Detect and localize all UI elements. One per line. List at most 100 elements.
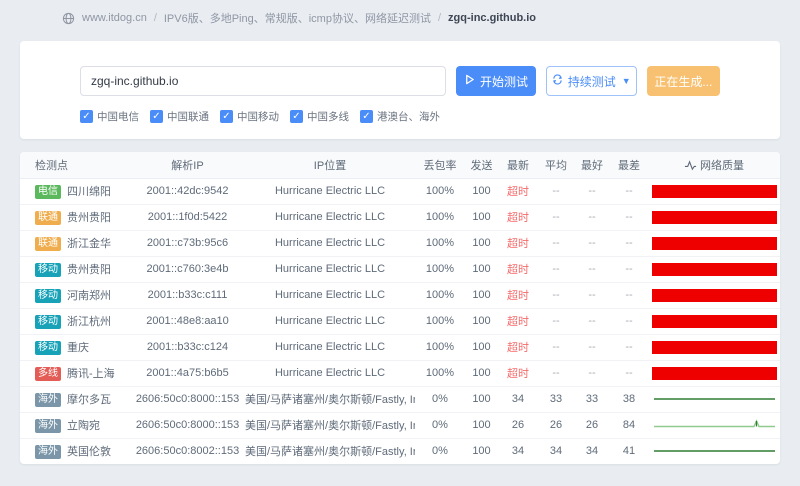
resolved-ip: 2606:50c0:8002::153 — [130, 438, 245, 464]
latest-ping: 超时 — [498, 204, 538, 230]
ip-location: Hurricane Electric LLC — [245, 256, 415, 282]
node-location: 四川绵阳 — [67, 186, 111, 198]
quality-red-bar — [652, 185, 777, 198]
column-header: 检测点 — [20, 152, 130, 178]
pulse-icon — [684, 159, 697, 172]
sent-count: 100 — [465, 256, 498, 282]
best-ping: -- — [574, 334, 610, 360]
packet-loss-value: 100% — [415, 282, 465, 308]
worst-ping: -- — [610, 334, 648, 360]
avg-ping: 26 — [538, 412, 574, 438]
isp-checkbox[interactable]: ✓港澳台、海外 — [360, 109, 440, 124]
carrier-badge: 海外 — [35, 445, 61, 459]
breadcrumb-target-host: zgq-inc.github.io — [448, 12, 536, 24]
avg-ping: 34 — [538, 438, 574, 464]
generating-button[interactable]: 正在生成... — [647, 66, 720, 96]
quality-red-bar — [652, 237, 777, 250]
isp-checkbox-label: 中国电信 — [97, 109, 139, 124]
latest-ping: 34 — [498, 438, 538, 464]
quality-sparkline — [652, 418, 777, 432]
network-quality-indicator — [648, 386, 780, 412]
packet-loss-value: 100% — [415, 360, 465, 386]
play-icon — [464, 74, 475, 88]
column-header: 网络质量 — [648, 152, 780, 178]
worst-ping: -- — [610, 178, 648, 204]
latest-ping: 34 — [498, 386, 538, 412]
best-ping: -- — [574, 360, 610, 386]
packet-loss-value: 100% — [415, 334, 465, 360]
latest-ping: 超时 — [498, 230, 538, 256]
node-location: 浙江杭州 — [67, 316, 111, 328]
isp-checkbox[interactable]: ✓中国移动 — [220, 109, 279, 124]
quality-red-bar — [652, 263, 777, 276]
resolved-ip: 2001::48e8:aa10 — [130, 308, 245, 334]
quality-red-bar — [652, 315, 777, 328]
start-test-button[interactable]: 开始测试 — [456, 66, 535, 96]
worst-ping: -- — [610, 360, 648, 386]
carrier-badge: 海外 — [35, 393, 61, 407]
worst-ping: -- — [610, 308, 648, 334]
checkbox-checked-icon: ✓ — [360, 110, 373, 123]
packet-loss-value: 100% — [415, 178, 465, 204]
packet-loss-value: 0% — [415, 438, 465, 464]
isp-checkbox-label: 中国多线 — [307, 109, 349, 124]
network-quality-indicator — [648, 178, 780, 204]
resolved-ip: 2001::b33c:c111 — [130, 282, 245, 308]
latest-ping: 超时 — [498, 360, 538, 386]
isp-checkbox[interactable]: ✓ 中国联通 — [150, 109, 209, 124]
ip-location: Hurricane Electric LLC — [245, 204, 415, 230]
ping-table-body: 电信四川绵阳 2001::42dc:9542 Hurricane Electri… — [20, 178, 780, 464]
isp-checkbox[interactable]: ✓中国电信 — [80, 109, 139, 124]
network-quality-indicator — [648, 412, 780, 438]
ip-location: Hurricane Electric LLC — [245, 360, 415, 386]
ip-location: Hurricane Electric LLC — [245, 230, 415, 256]
checkbox-checked-icon: ✓ — [150, 110, 163, 123]
table-row: 移动贵州贵阳 2001::c760:3e4b Hurricane Electri… — [20, 256, 780, 282]
carrier-badge: 移动 — [35, 263, 61, 277]
latest-ping: 超时 — [498, 334, 538, 360]
breadcrumb-separator: / — [154, 12, 157, 24]
carrier-badge: 电信 — [35, 185, 61, 199]
host-input[interactable] — [80, 66, 446, 96]
ip-location: 美国/马萨诸塞州/奥尔斯顿/Fastly, Inc. — [245, 412, 415, 438]
worst-ping: -- — [610, 204, 648, 230]
packet-loss-value: 0% — [415, 412, 465, 438]
best-ping: -- — [574, 282, 610, 308]
carrier-badge: 联通 — [35, 211, 61, 225]
packet-loss-value: 0% — [415, 386, 465, 412]
node-location: 摩尔多瓦 — [67, 394, 111, 406]
table-row: 海外摩尔多瓦 2606:50c0:8000::153 美国/马萨诸塞州/奥尔斯顿… — [20, 386, 780, 412]
carrier-badge: 移动 — [35, 315, 61, 329]
resolved-ip: 2001::c73b:95c6 — [130, 230, 245, 256]
ping-results-card: 检测点解析IPIP位置丢包率发送最新平均最好最差网络质量 电信四川绵阳 2001… — [20, 152, 780, 464]
avg-ping: -- — [538, 308, 574, 334]
quality-sparkline — [652, 392, 777, 406]
network-quality-indicator — [648, 308, 780, 334]
table-row: 电信四川绵阳 2001::42dc:9542 Hurricane Electri… — [20, 178, 780, 204]
continuous-test-button[interactable]: 持续测试 ▼ — [546, 66, 637, 96]
continuous-test-label: 持续测试 — [568, 73, 616, 90]
node-location: 河南郑州 — [67, 290, 111, 302]
quality-red-bar — [652, 289, 777, 302]
test-control-card: 开始测试 持续测试 ▼ 正在生成... ✓中国电信✓中国联通✓中国移动✓中国多线… — [20, 41, 780, 139]
avg-ping: -- — [538, 282, 574, 308]
worst-ping: -- — [610, 282, 648, 308]
node-location: 腾讯-上海 — [67, 368, 115, 380]
node-location: 重庆 — [67, 342, 89, 354]
column-header: IP位置 — [245, 152, 415, 178]
breadcrumb-site[interactable]: www.itdog.cn — [82, 12, 147, 24]
table-row: 海外立陶宛 2606:50c0:8000::153 美国/马萨诸塞州/奥尔斯顿/… — [20, 412, 780, 438]
quality-red-bar — [652, 367, 777, 380]
best-ping: -- — [574, 178, 610, 204]
table-row: 移动河南郑州 2001::b33c:c111 Hurricane Electri… — [20, 282, 780, 308]
quality-sparkline — [652, 444, 777, 458]
table-row: 海外英国伦敦 2606:50c0:8002::153 美国/马萨诸塞州/奥尔斯顿… — [20, 438, 780, 464]
isp-checkbox[interactable]: ✓ 中国多线 — [290, 109, 349, 124]
isp-checkbox-label: 中国移动 — [237, 109, 279, 124]
checkbox-checked-icon: ✓ — [290, 110, 303, 123]
isp-checkbox-label: 中国联通 — [167, 109, 209, 124]
carrier-badge: 联通 — [35, 237, 61, 251]
generating-label: 正在生成... — [654, 73, 712, 90]
best-ping: -- — [574, 230, 610, 256]
avg-ping: 33 — [538, 386, 574, 412]
